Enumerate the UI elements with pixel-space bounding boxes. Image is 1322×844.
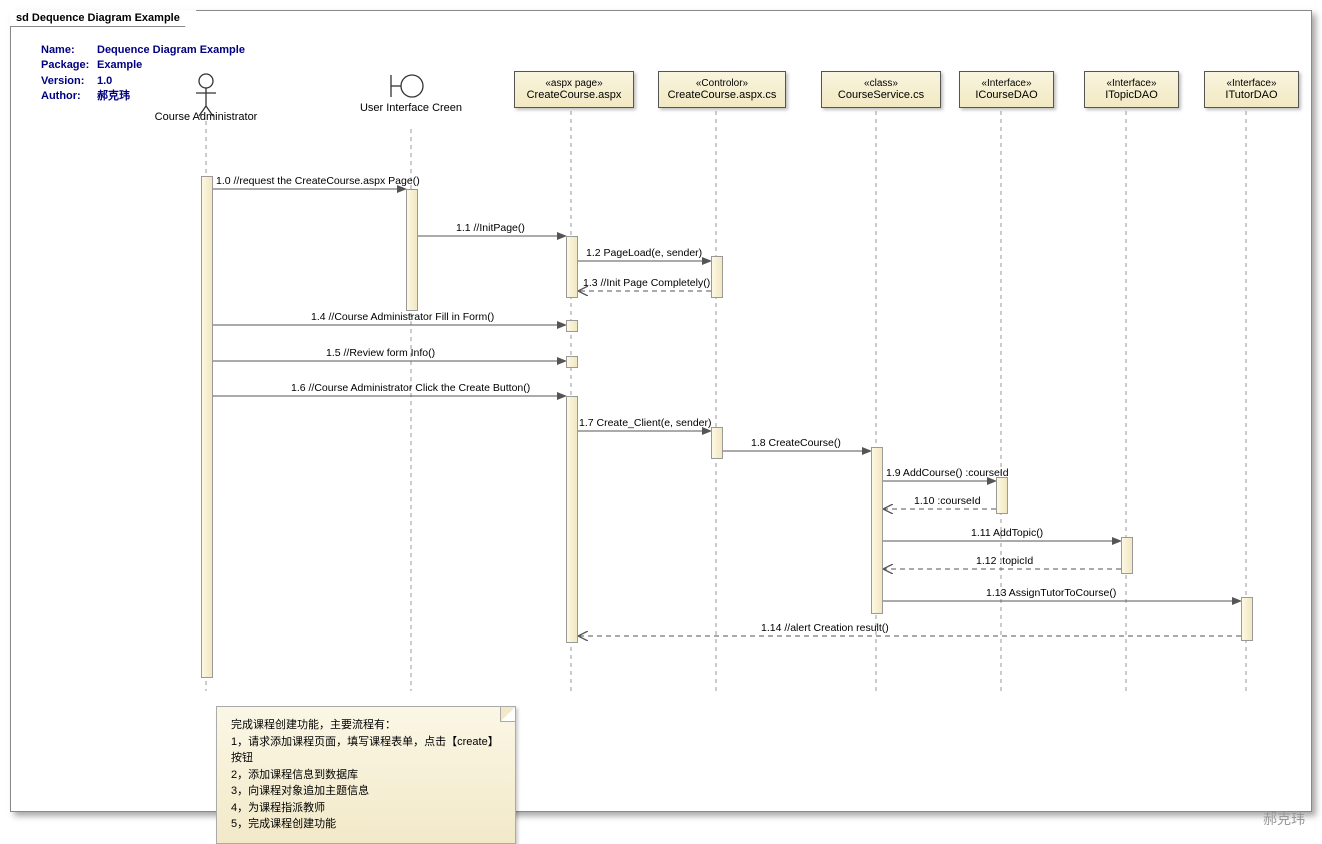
msg-1-10: 1.10 :courseId [914,495,981,507]
activation-actor [201,176,213,678]
lifeline-service: «class»CourseService.cs [821,71,941,108]
activation-aspx-2 [566,320,578,332]
msg-1-8: 1.8 CreateCourse() [751,437,841,449]
watermark: 郝克玮 [1263,809,1305,829]
diagram-note: 完成课程创建功能，主要流程有： 1，请求添加课程页面，填写课程表单，点击【cre… [216,706,516,844]
msg-1-6: 1.6 //Course Administrator Click the Cre… [291,382,530,394]
activation-ctrl-1 [711,256,723,298]
note-line-4: 4，为课程指派教师 [231,800,501,817]
msg-1-5: 1.5 //Review form Info() [326,347,435,359]
activation-aspx-1 [566,236,578,298]
note-line-1: 1，请求添加课程页面，填写课程表单，点击【create】按钮 [231,734,501,767]
note-line-5: 5，完成课程创建功能 [231,816,501,833]
lifeline-tutordao: «Interface»ITutorDAO [1204,71,1299,108]
activation-svc [871,447,883,614]
msg-1-0: 1.0 //request the CreateCourse.aspx Page… [216,175,420,187]
lifeline-controller: «Controlor»CreateCourse.aspx.cs [658,71,786,108]
note-line-2: 2，添加课程信息到数据库 [231,767,501,784]
msg-1-14: 1.14 //alert Creation result() [761,622,889,634]
lifeline-coursedao: «Interface»ICourseDAO [959,71,1054,108]
msg-1-7: 1.7 Create_Client(e, sender) [579,417,712,429]
msg-1-4: 1.4 //Course Administrator Fill in Form(… [311,311,494,323]
note-line-3: 3，向课程对象追加主题信息 [231,783,501,800]
activation-ctrl-2 [711,427,723,459]
msg-1-13: 1.13 AssignTutorToCourse() [986,587,1116,599]
msg-1-12: 1.12 :topicId [976,555,1033,567]
diagram-frame: sd Dequence Diagram Example Name:Dequenc… [10,10,1312,812]
msg-1-3: 1.3 //Init Page Completely() [583,277,710,289]
lifeline-actor-label: Course Administrator [136,111,276,123]
activation-aspx-3 [566,356,578,368]
msg-1-9: 1.9 AddCourse() :courseId [886,467,1009,479]
activation-aspx-4 [566,396,578,643]
msg-1-1: 1.1 //InitPage() [456,222,525,234]
activation-cdao [996,477,1008,514]
activation-tutdao [1241,597,1253,641]
lifeline-topicdao: «Interface»ITopicDAO [1084,71,1179,108]
lifeline-screen-label: User Interface Creen [341,101,481,115]
note-line-0: 完成课程创建功能，主要流程有： [231,717,501,734]
activation-screen [406,189,418,311]
activation-tdao [1121,537,1133,574]
msg-1-2: 1.2 PageLoad(e, sender) [586,247,702,259]
lifeline-aspx: «aspx page»CreateCourse.aspx [514,71,634,108]
msg-1-11: 1.11 AddTopic() [971,527,1043,539]
